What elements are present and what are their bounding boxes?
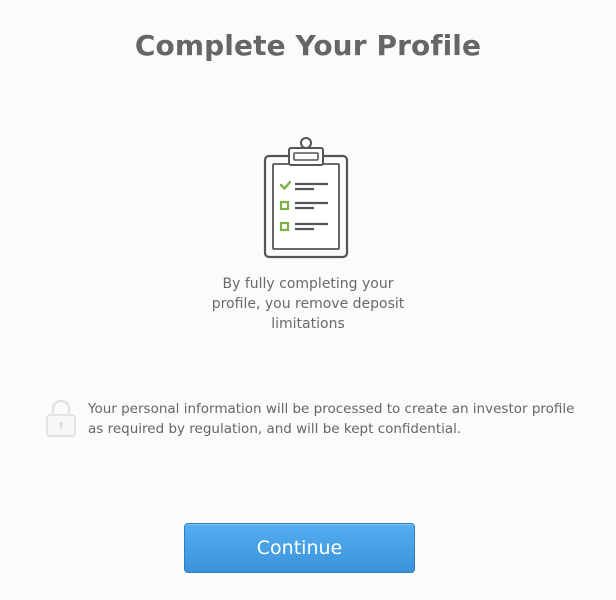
page-title: Complete Your Profile xyxy=(134,29,482,62)
privacy-notice: Your personal information will be proces… xyxy=(44,398,574,442)
clipboard-checklist-icon xyxy=(263,137,349,259)
continue-button[interactable]: Continue xyxy=(184,523,415,573)
privacy-text: Your personal information will be proces… xyxy=(88,401,575,437)
complete-profile-page: Complete Your Profile By fully completin… xyxy=(0,0,616,600)
lock-icon xyxy=(46,399,76,437)
profile-description: By fully completing your profile, you re… xyxy=(211,276,405,332)
